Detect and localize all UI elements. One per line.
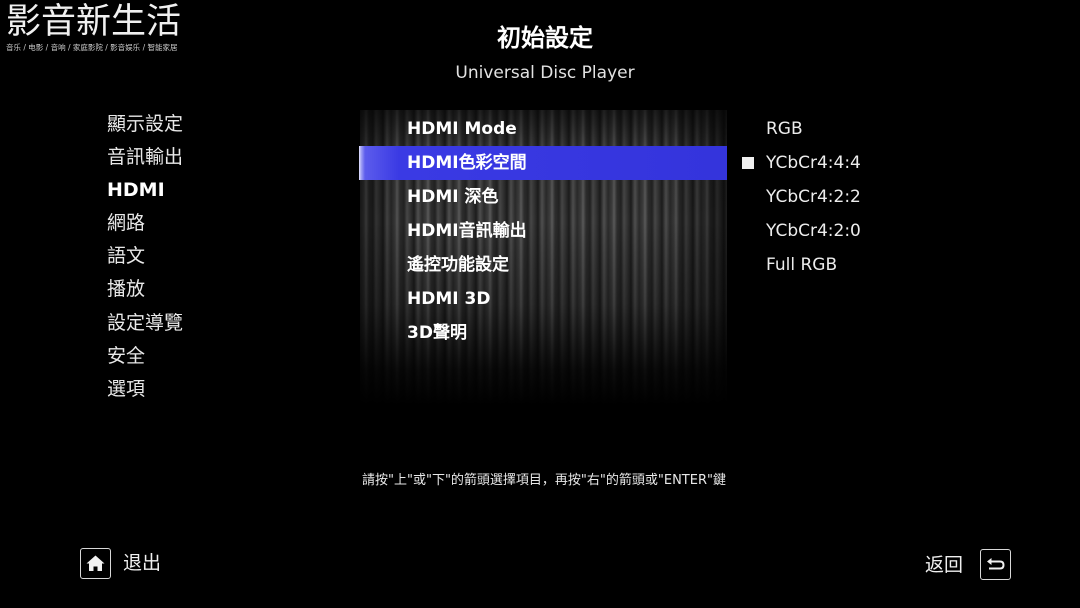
category-item-playback[interactable]: 播放 (107, 273, 327, 306)
option-label: YCbCr4:2:0 (766, 221, 861, 241)
setting-item-hdmi-mode[interactable]: HDMI Mode (359, 112, 727, 146)
category-item-display-settings[interactable]: 顯示設定 (107, 108, 327, 141)
setting-item-remote-control[interactable]: 遙控功能設定 (359, 248, 727, 282)
exit-label: 退出 (123, 552, 162, 574)
setting-item-hdmi-deep-color[interactable]: HDMI 深色 (359, 180, 727, 214)
device-name: Universal Disc Player (455, 63, 635, 83)
category-menu: 顯示設定 音訊輸出 HDMI 網路 語文 播放 設定導覽 安全 選項 (107, 108, 327, 406)
home-icon (80, 547, 111, 579)
setting-item-hdmi-color-space[interactable]: HDMI色彩空間 (359, 146, 727, 180)
category-item-audio-output[interactable]: 音訊輸出 (107, 141, 327, 174)
page-title: 初始設定 (497, 24, 593, 52)
settings-list: HDMI Mode HDMI色彩空間 HDMI 深色 HDMI音訊輸出 遙控功能… (359, 112, 727, 350)
back-label: 返回 (925, 554, 964, 576)
option-ycbcr-444[interactable]: YCbCr4:4:4 (742, 146, 962, 180)
navigation-hint: 請按"上"或"下"的箭頭選擇項目，再按"右"的箭頭或"ENTER"鍵 (362, 473, 726, 488)
option-label: YCbCr4:4:4 (766, 153, 861, 173)
option-full-rgb[interactable]: Full RGB (742, 248, 962, 282)
selected-marker (742, 157, 754, 169)
category-item-security[interactable]: 安全 (107, 340, 327, 373)
category-item-network[interactable]: 網路 (107, 207, 327, 240)
option-label: RGB (766, 119, 803, 139)
option-label: Full RGB (766, 255, 838, 275)
setting-item-3d-notice[interactable]: 3D聲明 (359, 316, 727, 350)
exit-button[interactable]: 退出 (80, 547, 161, 579)
setting-item-hdmi-3d[interactable]: HDMI 3D (359, 282, 727, 316)
category-item-hdmi[interactable]: HDMI (107, 174, 327, 207)
setting-item-hdmi-audio-output[interactable]: HDMI音訊輸出 (359, 214, 727, 248)
category-item-language[interactable]: 語文 (107, 240, 327, 273)
category-item-setup-wizard[interactable]: 設定導覽 (107, 307, 327, 340)
option-label: YCbCr4:2:2 (766, 187, 861, 207)
option-rgb[interactable]: RGB (742, 112, 962, 146)
back-button[interactable]: 返回 (925, 549, 1011, 581)
return-icon (980, 549, 1011, 580)
option-ycbcr-422[interactable]: YCbCr4:2:2 (742, 180, 962, 214)
category-item-options[interactable]: 選項 (107, 373, 327, 406)
option-list: RGB YCbCr4:4:4 YCbCr4:2:2 YCbCr4:2:0 Ful… (742, 112, 962, 282)
option-ycbcr-420[interactable]: YCbCr4:2:0 (742, 214, 962, 248)
setup-screen: 影音新生活 音乐 / 电影 / 音响 / 家庭影院 / 影音娱乐 / 智能家居 … (0, 0, 1080, 608)
